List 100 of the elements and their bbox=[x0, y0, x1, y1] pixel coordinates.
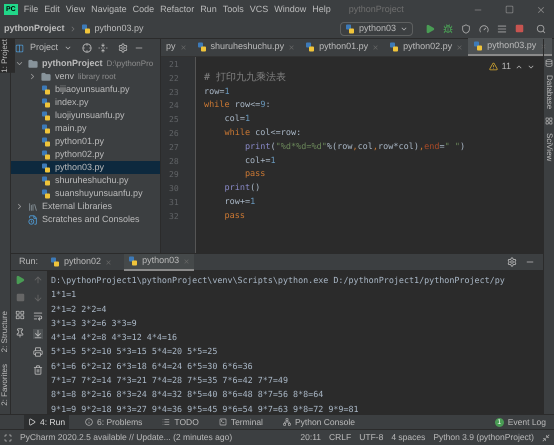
pin-icon[interactable] bbox=[15, 328, 25, 338]
console-line: 4*1=4 4*2=8 4*3=12 4*4=16 bbox=[51, 331, 178, 344]
status-message: PyCharm 2020.2.5 available // Update... (2 minutes ago) bbox=[20, 431, 232, 444]
tool-window-button[interactable]: 4: Run bbox=[24, 414, 70, 430]
tool-window-button[interactable]: TODO bbox=[158, 414, 203, 430]
editor-tab[interactable]: python01.py bbox=[300, 38, 384, 56]
console-line: 7*1=7 7*2=14 7*3=21 7*4=28 7*5=35 7*6=42 7*7=49 bbox=[51, 374, 289, 388]
scratch-icon bbox=[28, 214, 38, 224]
grid-icon bbox=[545, 117, 553, 126]
menu-item[interactable]: VCS bbox=[250, 2, 268, 16]
concurrency-icon[interactable] bbox=[497, 24, 507, 34]
status-item[interactable]: 20:11 bbox=[300, 431, 322, 444]
menu-item[interactable]: Run bbox=[200, 2, 217, 16]
project-panel-title[interactable]: Project bbox=[30, 41, 58, 55]
tree-item[interactable]: python02.py bbox=[11, 148, 160, 161]
console-line: 8*1=8 8*2=16 8*3=24 8*4=32 8*5=40 8*6=48 8*7=56 8*8=64 bbox=[51, 388, 324, 402]
debug-icon[interactable] bbox=[443, 24, 453, 34]
python-file-icon bbox=[473, 41, 484, 51]
tree-item[interactable]: luojiyunsuanfu.py bbox=[11, 109, 160, 122]
inspection-widget[interactable]: 11 bbox=[488, 60, 535, 74]
tree-item[interactable]: index.py bbox=[11, 96, 160, 109]
code-line: # 打印九九乘法表 bbox=[204, 71, 286, 86]
locate-icon[interactable] bbox=[82, 43, 92, 53]
scroll-to-end-icon[interactable] bbox=[33, 329, 43, 339]
menu-item[interactable]: File bbox=[24, 2, 38, 16]
run-panel-label: Run: bbox=[19, 255, 38, 268]
soft-wrap-icon[interactable] bbox=[33, 311, 43, 321]
stop-icon[interactable] bbox=[515, 24, 524, 33]
maximize-icon[interactable] bbox=[505, 5, 514, 14]
todo-icon bbox=[162, 418, 170, 426]
folder-icon bbox=[41, 72, 51, 82]
editor-tab[interactable]: py bbox=[161, 38, 192, 56]
tool-window-button[interactable]: Terminal bbox=[214, 414, 267, 430]
editor-tab[interactable]: python02.py bbox=[384, 38, 468, 56]
tree-item[interactable]: python01.py bbox=[11, 135, 160, 148]
search-icon[interactable] bbox=[536, 24, 546, 34]
menu-item[interactable]: Code bbox=[132, 2, 154, 16]
python-file-icon bbox=[344, 24, 355, 34]
code-line: pass bbox=[223, 210, 245, 223]
menu-item[interactable]: View bbox=[66, 2, 86, 16]
editor-tab[interactable]: python03.py bbox=[468, 38, 552, 56]
rerun-icon[interactable] bbox=[15, 275, 25, 285]
run-icon[interactable] bbox=[425, 24, 435, 34]
tree-item[interactable]: Scratches and Consoles bbox=[11, 213, 160, 226]
python-file-icon bbox=[41, 150, 51, 160]
menu-item[interactable]: Refactor bbox=[160, 2, 194, 16]
status-item[interactable]: Python 3.9 (pythonProject) bbox=[433, 431, 534, 444]
warning-icon bbox=[488, 62, 498, 72]
breadcrumb-item[interactable]: python03.py bbox=[94, 22, 144, 36]
tool-window-button[interactable]: Python Console bbox=[278, 414, 359, 430]
run-config-dropdown[interactable]: python03 bbox=[340, 22, 413, 36]
tree-item[interactable]: bijiaoyunsuanfu.py bbox=[11, 83, 160, 96]
tree-item[interactable]: suanshuyunsuanfu.py bbox=[11, 187, 160, 200]
coverage-icon[interactable] bbox=[461, 24, 471, 34]
layout-icon[interactable] bbox=[15, 310, 25, 320]
code-line: row=1 bbox=[204, 86, 230, 99]
close-icon[interactable] bbox=[536, 4, 546, 14]
tree-item-label: venv bbox=[55, 70, 74, 83]
console-line: 1*1=1 bbox=[51, 288, 78, 302]
run-tab[interactable]: python03 bbox=[124, 254, 194, 270]
settings-icon[interactable] bbox=[118, 43, 128, 53]
tree-item[interactable]: main.py bbox=[11, 122, 160, 135]
print-icon[interactable] bbox=[33, 347, 43, 357]
python-file-icon bbox=[41, 98, 51, 108]
python-file-icon bbox=[41, 136, 51, 146]
run-tab[interactable]: python02 bbox=[46, 254, 116, 270]
status-item[interactable]: CRLF bbox=[329, 431, 352, 444]
tree-item[interactable]: python03.py bbox=[11, 161, 160, 174]
python-file-icon bbox=[196, 42, 207, 52]
console-line: 6*1=6 6*2=12 6*3=18 6*4=24 6*5=30 6*6=36 bbox=[51, 360, 254, 373]
status-item[interactable]: 4 spaces bbox=[391, 431, 426, 444]
sciview-tool-tab[interactable]: SciView bbox=[543, 133, 554, 162]
breadcrumb-item[interactable]: pythonProject bbox=[4, 22, 65, 36]
console-line: 5*1=5 5*2=10 5*3=15 5*4=20 5*5=25 bbox=[51, 345, 218, 358]
favorites-tool-tab[interactable]: 2: Favorites bbox=[0, 364, 15, 406]
menu-item[interactable]: Edit bbox=[44, 2, 60, 16]
tree-item[interactable]: shuruheshuchu.py bbox=[11, 174, 160, 187]
python-file-icon bbox=[41, 84, 51, 94]
structure-tool-tab[interactable]: 2: Structure bbox=[0, 310, 15, 352]
console-line: D:\pythonProject1\pythonProject\venv\Scripts\python.exe D:/pythonProject1/pythonProject/py bbox=[51, 274, 506, 287]
status-item[interactable]: UTF-8 bbox=[359, 431, 384, 444]
menu-item[interactable]: Navigate bbox=[91, 2, 127, 16]
trash-icon[interactable] bbox=[33, 365, 43, 375]
settings-icon[interactable] bbox=[507, 257, 517, 267]
code-line: print("%d*%d=%d"%(row,col,row*col),end=" ") bbox=[244, 140, 466, 154]
dropdown-caret-icon[interactable] bbox=[64, 44, 72, 52]
project-tool-tab[interactable]: 1: Project bbox=[0, 39, 15, 73]
tree-item[interactable]: External Libraries bbox=[11, 200, 160, 213]
profile-icon[interactable] bbox=[479, 24, 489, 34]
menu-item[interactable]: Tools bbox=[222, 2, 244, 16]
tool-windows-icon[interactable] bbox=[4, 434, 12, 442]
menu-item[interactable]: Window bbox=[274, 2, 306, 16]
tool-window-button[interactable]: 6: Problems bbox=[81, 414, 146, 430]
tree-item-label: bijiaoyunsuanfu.py bbox=[55, 82, 130, 96]
library-icon bbox=[28, 202, 38, 212]
editor-tab[interactable]: shuruheshuchu.py bbox=[192, 38, 300, 56]
menu-item[interactable]: Help bbox=[312, 2, 331, 16]
tree-item-label: suanshuyunsuanfu.py bbox=[55, 186, 143, 200]
database-tool-tab[interactable]: Database bbox=[543, 75, 554, 110]
tree-item[interactable]: venv library root bbox=[11, 70, 160, 83]
